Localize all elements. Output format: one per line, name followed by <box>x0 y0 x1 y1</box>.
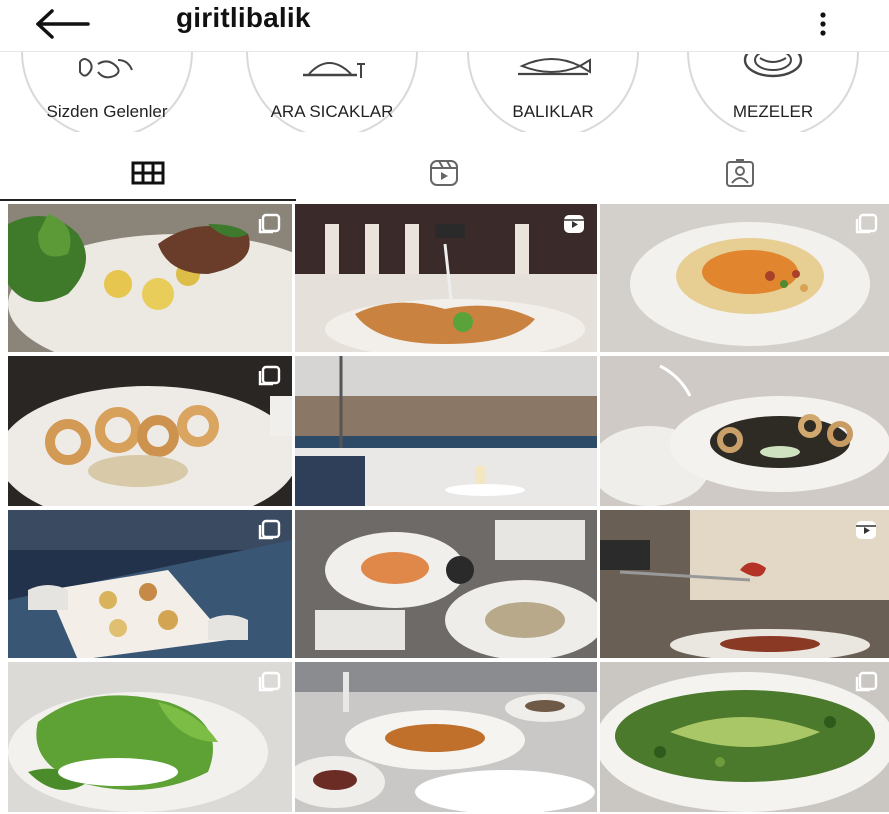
profile-tabs <box>0 145 889 201</box>
profile-username: giritlibalik <box>176 2 311 33</box>
carousel-badge <box>853 670 879 694</box>
hands-icon <box>79 58 133 79</box>
post-thumbnail[interactable] <box>295 662 597 812</box>
reel-indicator-icon <box>564 215 584 233</box>
post-photo <box>600 510 889 658</box>
reels-icon <box>430 160 458 186</box>
post-photo <box>295 510 597 658</box>
highlight-label: Sizden Gelenler <box>46 102 168 121</box>
carousel-badge <box>256 212 282 236</box>
post-photo <box>600 356 889 506</box>
tab-reels[interactable] <box>296 145 592 201</box>
carousel-badge <box>853 212 879 236</box>
post-photo <box>295 356 597 506</box>
tagged-person-icon <box>726 159 754 187</box>
post-photo <box>8 204 292 352</box>
highlight-sizden-gelenler[interactable]: Sizden Gelenler <box>2 52 212 132</box>
carousel-badge <box>256 364 282 388</box>
carousel-badge <box>256 670 282 694</box>
post-thumbnail[interactable] <box>8 662 292 812</box>
post-photo <box>8 356 292 506</box>
back-button[interactable] <box>30 6 94 42</box>
highlight-ara-sicaklar[interactable]: ARA SICAKLAR <box>227 52 437 132</box>
posts-grid <box>8 204 889 814</box>
story-highlights: Sizden Gelenler ARA SICAKLAR BALIKLAR ME… <box>0 52 889 132</box>
arrow-left-icon <box>36 9 90 39</box>
fish-icon <box>518 58 591 76</box>
carousel-icon <box>258 519 281 540</box>
post-thumbnail[interactable] <box>8 204 292 352</box>
post-thumbnail[interactable] <box>600 204 889 352</box>
carousel-icon <box>258 213 281 234</box>
carousel-icon <box>258 671 281 692</box>
more-options-button[interactable] <box>808 4 838 44</box>
post-photo <box>600 204 889 352</box>
highlight-label: ARA SICAKLAR <box>270 102 394 121</box>
carousel-badge <box>256 518 282 542</box>
reel-badge <box>853 518 879 542</box>
highlight-label: MEZELER <box>732 102 814 121</box>
carousel-icon <box>258 365 281 386</box>
carousel-icon <box>855 213 878 234</box>
vertical-dots-icon <box>820 12 826 36</box>
carousel-icon <box>855 671 878 692</box>
grid-icon <box>131 161 165 185</box>
post-thumbnail[interactable] <box>600 356 889 506</box>
tab-tagged[interactable] <box>592 145 888 201</box>
post-photo <box>295 204 597 352</box>
post-thumbnail[interactable] <box>600 510 889 658</box>
post-photo <box>600 662 889 812</box>
plate-icon <box>743 54 803 78</box>
post-thumbnail[interactable] <box>295 204 597 352</box>
post-thumbnail[interactable] <box>8 356 292 506</box>
reel-indicator-icon <box>856 521 876 539</box>
post-thumbnail[interactable] <box>295 356 597 506</box>
profile-header: giritlibalik <box>0 0 889 52</box>
reel-badge <box>561 212 587 236</box>
post-photo <box>8 510 292 658</box>
post-thumbnail[interactable] <box>8 510 292 658</box>
serving-dish-icon <box>303 62 365 78</box>
post-thumbnail[interactable] <box>600 662 889 812</box>
post-photo <box>8 662 292 812</box>
highlight-label: BALIKLAR <box>512 102 594 121</box>
tab-posts[interactable] <box>0 145 296 201</box>
post-thumbnail[interactable] <box>295 510 597 658</box>
highlight-mezeler[interactable]: MEZELER <box>668 52 878 132</box>
post-photo <box>295 662 597 812</box>
highlight-baliklar[interactable]: BALIKLAR <box>448 52 658 132</box>
